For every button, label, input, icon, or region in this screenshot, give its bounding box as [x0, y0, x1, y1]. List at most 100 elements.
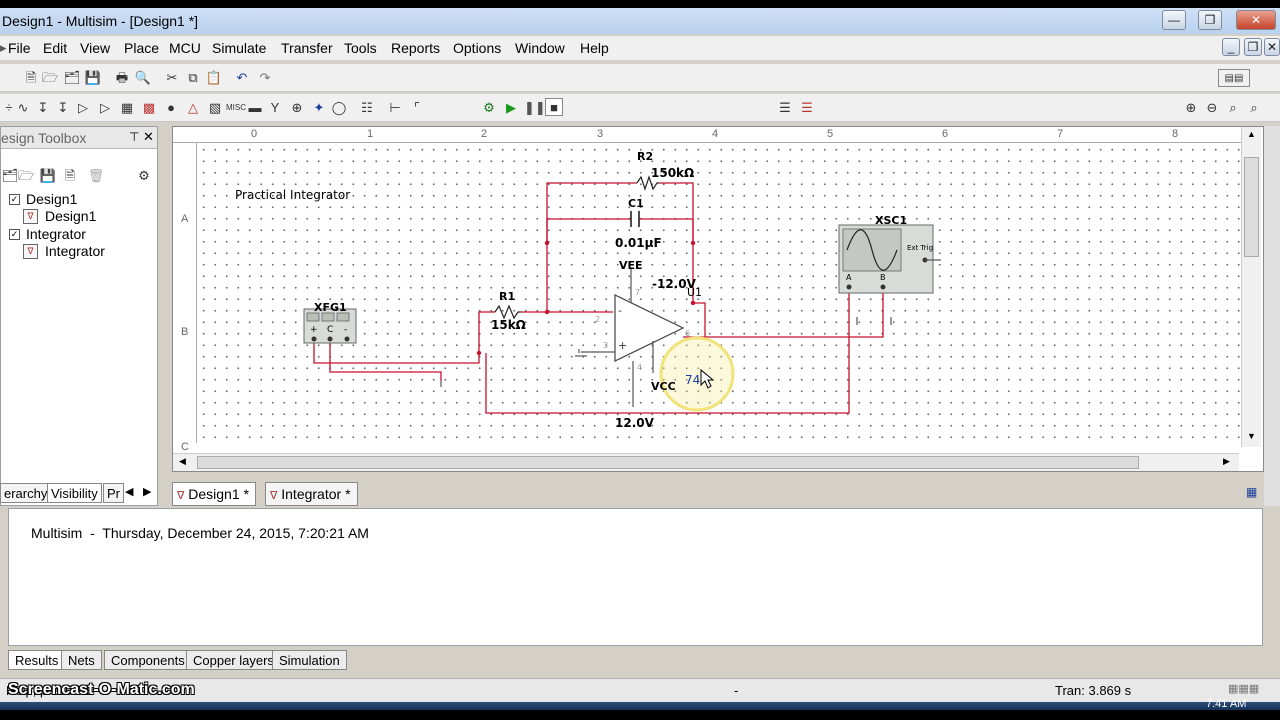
mdi-restore-button[interactable]: ❐ — [1244, 38, 1262, 56]
vcc-name[interactable]: VCC — [651, 380, 676, 393]
mixed-component-icon[interactable]: ● — [162, 99, 180, 117]
toolbox-delete-icon[interactable]: 🗑 — [87, 167, 105, 185]
menu-help[interactable]: Help — [580, 40, 609, 56]
cmos-component-icon[interactable]: ▦ — [118, 99, 136, 117]
misc-component-icon[interactable]: MISC — [226, 99, 246, 117]
simulate-settings-icon[interactable]: ⚙ — [480, 99, 498, 117]
toolbox-properties-icon[interactable]: ⚙ — [135, 167, 153, 185]
tab-hierarchy[interactable]: erarchy — [0, 483, 52, 503]
toolbox-close-icon[interactable]: ✕ — [143, 129, 154, 145]
doc-tab-integrator[interactable]: ∇ Integrator * — [265, 482, 358, 506]
power-component-icon[interactable]: ▧ — [206, 99, 224, 117]
stop-icon[interactable]: ■ — [545, 98, 563, 116]
r1-name[interactable]: R1 — [499, 290, 515, 303]
xfg-label[interactable]: XFG1 — [314, 301, 347, 314]
basic-component-icon[interactable]: ∿ — [14, 99, 32, 117]
doc-tab-design1[interactable]: ∇ Design1 * — [172, 482, 256, 506]
mdi-minimize-button[interactable]: _ — [1222, 38, 1240, 56]
u1-part-label[interactable]: 74 — [685, 373, 700, 387]
hierarchical-block-icon[interactable]: ☷ — [358, 99, 376, 117]
vee-name[interactable]: VEE — [619, 259, 643, 272]
mcu-component-icon[interactable]: ◯ — [330, 99, 348, 117]
indicator-component-icon[interactable]: △ — [184, 99, 202, 117]
tab-nets[interactable]: Nets — [61, 650, 102, 670]
canvas-vertical-scrollbar[interactable]: ▲ ▼ — [1241, 127, 1261, 447]
scroll-left-icon[interactable]: ◀ — [179, 456, 186, 467]
menu-edit[interactable]: Edit — [43, 40, 67, 56]
menu-tools[interactable]: Tools — [344, 40, 377, 56]
toolbox-save-icon[interactable]: 💾 — [39, 167, 57, 185]
transistor-component-icon[interactable]: ↧ — [54, 99, 72, 117]
pause-icon[interactable]: ❚❚ — [524, 99, 546, 117]
r1-value[interactable]: 15kΩ — [491, 318, 526, 332]
grapher-icon[interactable]: ☰ — [776, 99, 794, 117]
r2-name[interactable]: R2 — [637, 150, 653, 163]
rf-component-icon[interactable]: Y — [266, 99, 284, 117]
menu-mcu[interactable]: MCU — [169, 40, 201, 56]
misc-digital-icon[interactable]: ▩ — [140, 99, 158, 117]
r2-value[interactable]: 150kΩ — [651, 166, 694, 180]
toolbox-folder-icon[interactable]: 🗁 — [17, 167, 35, 185]
toolbox-new-icon[interactable]: 🗎 — [61, 167, 79, 185]
c1-name[interactable]: C1 — [628, 197, 644, 210]
menu-window[interactable]: Window — [515, 40, 565, 56]
zoom-sheet-icon[interactable]: ⌕ — [1245, 99, 1263, 117]
zoom-out-icon[interactable]: ⊖ — [1203, 99, 1221, 117]
tab-project-view[interactable]: Pr — [103, 483, 124, 503]
tab-copper-layers[interactable]: Copper layers — [186, 650, 281, 670]
spreadsheet-view-icon[interactable]: ▤▤ — [1218, 69, 1250, 87]
tab-results[interactable]: Results — [8, 650, 66, 670]
canvas-horizontal-scrollbar[interactable]: ◀ ▶ — [173, 453, 1239, 471]
minimize-button[interactable]: — — [1162, 10, 1186, 30]
menu-reports[interactable]: Reports — [391, 40, 440, 56]
wire-icon[interactable]: ⌜ — [408, 99, 426, 117]
vcc-value[interactable]: 12.0V — [615, 416, 654, 430]
tab-scroll-right-icon[interactable]: ▶ — [143, 485, 151, 498]
vertical-scroll-thumb[interactable] — [1244, 157, 1259, 257]
tab-visibility[interactable]: Visibility — [47, 483, 102, 503]
app-menu-icon[interactable]: ▸ — [0, 40, 7, 56]
ttl-component-icon[interactable]: ▷ — [96, 99, 114, 117]
tab-components[interactable]: Components — [104, 650, 192, 670]
tab-simulation[interactable]: Simulation — [272, 650, 347, 670]
undo-icon[interactable]: ↶ — [233, 69, 251, 87]
save-icon[interactable]: 💾 — [84, 69, 102, 87]
menu-place[interactable]: Place — [124, 40, 159, 56]
electromechanical-icon[interactable]: ⊕ — [288, 99, 306, 117]
scroll-up-icon[interactable]: ▲ — [1247, 129, 1256, 139]
pin-icon[interactable]: ⊤ — [129, 130, 139, 144]
close-button[interactable]: ✕ — [1236, 10, 1276, 30]
schematic-title[interactable]: Practical Integrator — [235, 188, 350, 202]
menu-file[interactable]: File — [8, 40, 31, 56]
analog-component-icon[interactable]: ▷ — [74, 99, 92, 117]
schematic-canvas[interactable]: 0 1 2 3 4 5 6 7 8 A B C Practical Integr… — [172, 126, 1264, 472]
open-sample-icon[interactable]: 🗂 — [63, 69, 81, 87]
zoom-area-icon[interactable]: ⌕ — [1224, 99, 1242, 117]
menu-transfer[interactable]: Transfer — [281, 40, 333, 56]
advanced-peripherals-icon[interactable]: ▬ — [246, 99, 264, 117]
new-file-icon[interactable]: 🗎 — [22, 69, 40, 87]
taskbar-clock[interactable]: 7:41 AM — [1206, 698, 1246, 710]
print-icon[interactable]: 🖶 — [113, 69, 131, 87]
c1-value[interactable]: 0.01μF — [615, 236, 662, 250]
open-folder-icon[interactable]: 🗁 — [41, 69, 59, 87]
sheet-view-icon[interactable]: ▦ — [1246, 485, 1257, 499]
scroll-right-icon[interactable]: ▶ — [1223, 456, 1230, 467]
zoom-in-icon[interactable]: ⊕ — [1182, 99, 1200, 117]
checkbox-icon[interactable]: ✓ — [9, 194, 20, 205]
menu-view[interactable]: View — [80, 40, 110, 56]
checkbox-icon[interactable]: ✓ — [9, 229, 20, 240]
u1-label[interactable]: U1 — [687, 286, 702, 299]
print-preview-icon[interactable]: 🔍 — [134, 69, 152, 87]
copy-icon[interactable]: ⧉ — [184, 69, 202, 87]
redo-icon[interactable]: ↷ — [256, 69, 274, 87]
menu-simulate[interactable]: Simulate — [212, 40, 266, 56]
ni-component-icon[interactable]: ✦ — [310, 99, 328, 117]
mdi-close-button[interactable]: ✕ — [1264, 38, 1280, 56]
menu-options[interactable]: Options — [453, 40, 501, 56]
tab-scroll-left-icon[interactable]: ◀ — [125, 485, 133, 498]
paste-icon[interactable]: 📋 — [205, 69, 223, 87]
bus-icon[interactable]: ⊢ — [386, 99, 404, 117]
cut-icon[interactable]: ✂ — [163, 69, 181, 87]
scroll-down-icon[interactable]: ▼ — [1247, 431, 1256, 441]
